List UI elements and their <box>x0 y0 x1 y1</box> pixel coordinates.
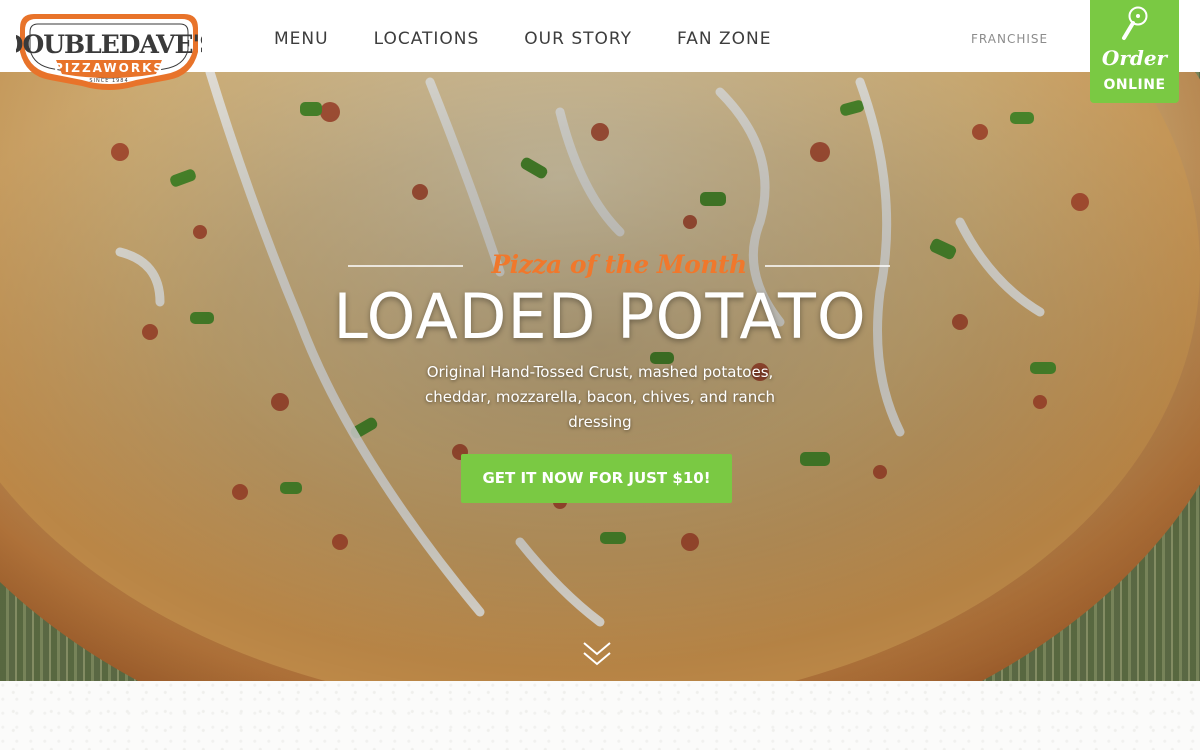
order-online-button[interactable]: Order ONLINE <box>1090 0 1179 103</box>
nav-item-menu[interactable]: MENU <box>274 29 329 49</box>
nav-item-locations[interactable]: LOCATIONS <box>374 29 480 49</box>
eyebrow-row: Pizza of the Month <box>348 250 890 284</box>
hero-description: Original Hand-Tossed Crust, mashed potat… <box>425 363 775 431</box>
doubledaves-logo[interactable]: DOUBLEDAVE'S PIZZAWORKS SINCE 1984 <box>2 10 217 96</box>
logo-wordmark: DOUBLEDAVE'S <box>16 30 202 59</box>
nav-item-fan-zone[interactable]: FAN ZONE <box>677 29 771 49</box>
nav-item-our-story[interactable]: OUR STORY <box>524 29 632 49</box>
hero-banner: Pizza of the Month LOADED POTATO Origina… <box>0 72 1200 681</box>
eyebrow-divider-right <box>765 265 890 267</box>
site-header: DOUBLEDAVE'S PIZZAWORKS SINCE 1984 MENU … <box>0 0 1200 90</box>
hero-title: LOADED POTATO <box>333 280 867 353</box>
online-label: ONLINE <box>1103 77 1166 93</box>
svg-text:SINCE 1984: SINCE 1984 <box>89 78 128 84</box>
content-strip <box>0 681 1200 750</box>
order-label: Order <box>1101 46 1168 70</box>
get-it-now-button[interactable]: GET IT NOW FOR JUST $10! <box>461 454 732 503</box>
logo-subword: PIZZAWORKS <box>54 61 164 75</box>
main-nav: MENU LOCATIONS OUR STORY FAN ZONE <box>274 29 816 49</box>
franchise-link[interactable]: FRANCHISE <box>971 32 1048 46</box>
logo-graphic: DOUBLEDAVE'S PIZZAWORKS SINCE 1984 <box>2 14 217 90</box>
pizza-cutter-icon <box>1122 6 1148 40</box>
double-chevron-down-icon[interactable] <box>581 639 613 669</box>
